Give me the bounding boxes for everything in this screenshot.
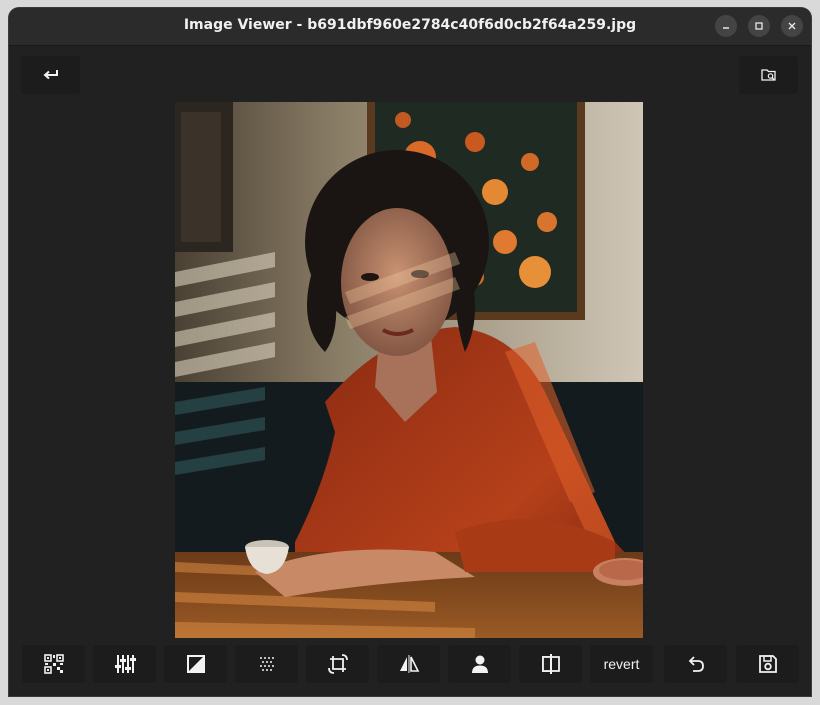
editing-toolbar: revert <box>22 645 799 683</box>
folder-search-icon <box>760 69 776 81</box>
crop-rotate-button[interactable] <box>306 645 369 683</box>
image-viewer-window: Image Viewer - b691dbf960e2784c40f6d0cb2… <box>9 8 811 696</box>
qr-code-icon <box>43 654 64 674</box>
save-disk-icon <box>758 655 777 673</box>
grain-button[interactable] <box>235 645 298 683</box>
save-button[interactable] <box>736 645 799 683</box>
close-icon <box>788 22 796 30</box>
portrait-button[interactable] <box>448 645 511 683</box>
undo-icon <box>688 656 704 672</box>
minimize-button[interactable] <box>715 15 737 37</box>
undo-button[interactable] <box>664 645 727 683</box>
split-compare-icon <box>541 654 560 674</box>
flip-button[interactable] <box>377 645 440 683</box>
title-bar[interactable]: Image Viewer - b691dbf960e2784c40f6d0cb2… <box>9 8 811 46</box>
maximize-button[interactable] <box>748 15 770 37</box>
adjustments-button[interactable] <box>93 645 156 683</box>
window-title: Image Viewer - b691dbf960e2784c40f6d0cb2… <box>183 17 637 33</box>
displayed-image[interactable] <box>175 102 643 638</box>
maximize-icon <box>755 22 763 30</box>
return-arrow-icon <box>42 70 58 80</box>
viewer-content: revert <box>9 46 811 696</box>
qr-code-button[interactable] <box>22 645 85 683</box>
photo-woman-at-table <box>175 102 643 638</box>
minimize-icon <box>723 27 729 29</box>
compare-button[interactable] <box>519 645 582 683</box>
close-button[interactable] <box>781 15 803 37</box>
back-button[interactable] <box>21 56 80 94</box>
revert-button[interactable]: revert <box>590 645 653 683</box>
person-icon <box>471 655 488 673</box>
filter-button[interactable] <box>164 645 227 683</box>
flip-horizontal-icon <box>399 655 419 673</box>
image-filter-icon <box>186 655 205 673</box>
open-folder-button[interactable] <box>739 56 798 94</box>
crop-rotate-icon <box>327 654 348 674</box>
adjust-sliders-icon <box>114 655 136 673</box>
grain-dots-icon <box>259 657 274 671</box>
